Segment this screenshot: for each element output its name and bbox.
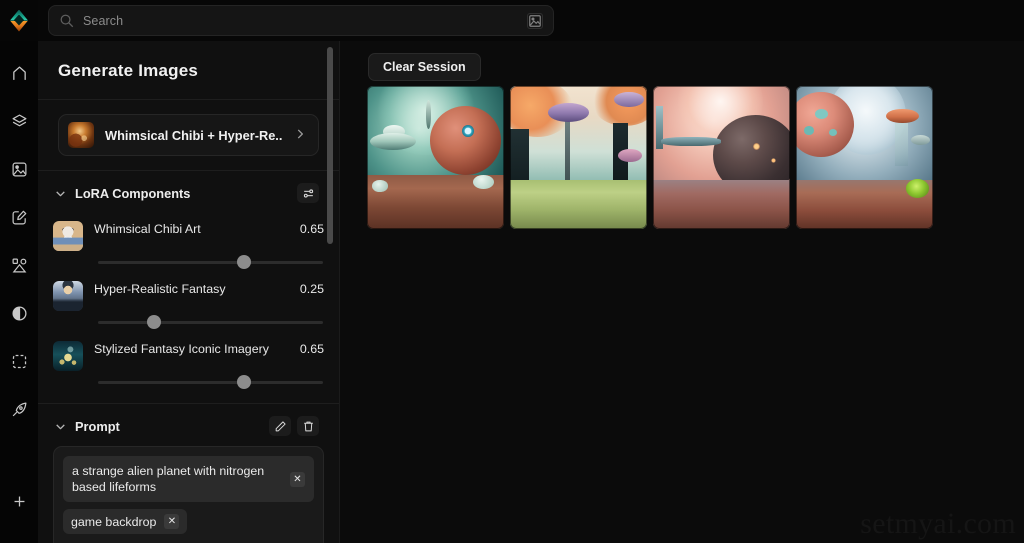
lora-list: Whimsical Chibi Art 0.65 Hyper-Realistic… — [38, 213, 339, 403]
close-icon[interactable]: ✕ — [290, 471, 305, 487]
model-name: Whimsical Chibi + Hyper-Re... — [105, 127, 282, 143]
watermark: setmyai.com — [860, 507, 1016, 540]
chevron-down-icon[interactable] — [54, 187, 67, 200]
shapes-icon — [11, 257, 28, 279]
prompt-section-header[interactable]: Prompt — [38, 404, 339, 446]
model-thumbnail — [68, 122, 94, 148]
contrast-circle-icon — [11, 305, 28, 327]
model-selector[interactable]: Whimsical Chibi + Hyper-Re... — [58, 114, 319, 156]
sliders-icon[interactable] — [297, 183, 319, 203]
search-bar[interactable]: Search — [48, 5, 554, 36]
main-content: Clear Session setmyai.com — [340, 41, 1024, 543]
rail-item-gallery[interactable] — [6, 159, 32, 185]
rail-item-edit[interactable] — [6, 207, 32, 233]
slider-thumb[interactable] — [237, 375, 252, 389]
lora-value: 0.25 — [299, 282, 324, 296]
plus-icon — [11, 493, 28, 515]
trash-icon[interactable] — [297, 416, 319, 436]
lora-value: 0.65 — [299, 222, 324, 236]
lora-row: Stylized Fantasy Iconic Imagery 0.65 — [53, 335, 324, 395]
rail-item-layers[interactable] — [6, 111, 32, 137]
pencil-icon[interactable] — [269, 416, 291, 436]
prompt-section-label: Prompt — [75, 418, 120, 434]
layers-icon — [11, 113, 28, 135]
lora-thumb-chibi — [53, 221, 83, 251]
slider-thumb[interactable] — [147, 315, 162, 329]
rail-item-add[interactable] — [6, 491, 32, 517]
home-icon — [11, 65, 28, 87]
prompt-chip-text: a strange alien planet with nitrogen bas… — [72, 464, 265, 494]
lora-name: Stylized Fantasy Iconic Imagery — [94, 342, 269, 356]
page-title: Generate Images — [58, 61, 199, 80]
prompt-chip[interactable]: game backdrop ✕ — [63, 509, 188, 534]
rail-item-home[interactable] — [6, 63, 32, 89]
lora-weight-slider[interactable] — [98, 373, 323, 391]
search-icon — [59, 13, 74, 28]
sidebar-scrollbar[interactable] — [327, 47, 333, 244]
slider-track — [98, 321, 323, 324]
lora-section-label: LoRA Components — [75, 185, 191, 201]
lora-row: Whimsical Chibi Art 0.65 — [53, 215, 324, 275]
lora-section-header[interactable]: LoRA Components — [38, 171, 339, 213]
slider-track — [98, 381, 323, 384]
rail-item-adjust[interactable] — [6, 303, 32, 329]
prompt-editor[interactable]: a strange alien planet with nitrogen bas… — [53, 446, 324, 543]
prompt-placeholder: Add objects, colors, places, characters — [63, 534, 314, 543]
prompt-editor-wrap: a strange alien planet with nitrogen bas… — [38, 446, 339, 543]
rail-item-assets[interactable] — [6, 255, 32, 281]
prompt-chip[interactable]: a strange alien planet with nitrogen bas… — [63, 456, 314, 502]
generated-image[interactable] — [653, 86, 790, 229]
image-search-icon[interactable] — [527, 12, 543, 29]
generated-image[interactable] — [796, 86, 933, 229]
top-bar: Search — [0, 0, 1024, 41]
generated-image[interactable] — [367, 86, 504, 229]
image-icon — [11, 161, 28, 183]
close-icon[interactable]: ✕ — [164, 514, 180, 529]
crop-frame-icon — [11, 353, 28, 375]
lora-value: 0.65 — [299, 342, 324, 356]
app-logo[interactable] — [0, 0, 38, 41]
clear-session-button[interactable]: Clear Session — [368, 53, 481, 81]
search-input[interactable]: Search — [83, 14, 527, 28]
generated-images-grid — [367, 86, 933, 229]
generate-panel: Generate Images Whimsical Chibi + Hyper-… — [38, 41, 340, 543]
rail-item-draw[interactable] — [6, 399, 32, 425]
lora-name: Whimsical Chibi Art — [94, 222, 201, 236]
slider-track — [98, 261, 323, 264]
slider-thumb[interactable] — [237, 255, 252, 269]
app-root: Search Generate Images Whimsical Chibi +… — [0, 0, 1024, 543]
lora-weight-slider[interactable] — [98, 253, 323, 271]
pen-nib-icon — [11, 401, 28, 423]
model-selector-wrap: Whimsical Chibi + Hyper-Re... — [38, 100, 339, 170]
generated-image[interactable] — [510, 86, 647, 229]
lora-row: Hyper-Realistic Fantasy 0.25 — [53, 275, 324, 335]
chevron-right-icon[interactable] — [293, 127, 309, 144]
rail-item-crop[interactable] — [6, 351, 32, 377]
lora-thumb-fantasy — [53, 281, 83, 311]
diamond-logo-icon — [8, 9, 30, 32]
lora-thumb-iconic — [53, 341, 83, 371]
icon-rail — [0, 41, 38, 543]
edit-square-icon — [11, 209, 28, 231]
lora-weight-slider[interactable] — [98, 313, 323, 331]
chevron-down-icon[interactable] — [54, 420, 67, 433]
lora-name: Hyper-Realistic Fantasy — [94, 282, 226, 296]
prompt-chip-text: game backdrop — [71, 514, 157, 529]
sidebar-scrollbar-track[interactable] — [327, 41, 336, 543]
